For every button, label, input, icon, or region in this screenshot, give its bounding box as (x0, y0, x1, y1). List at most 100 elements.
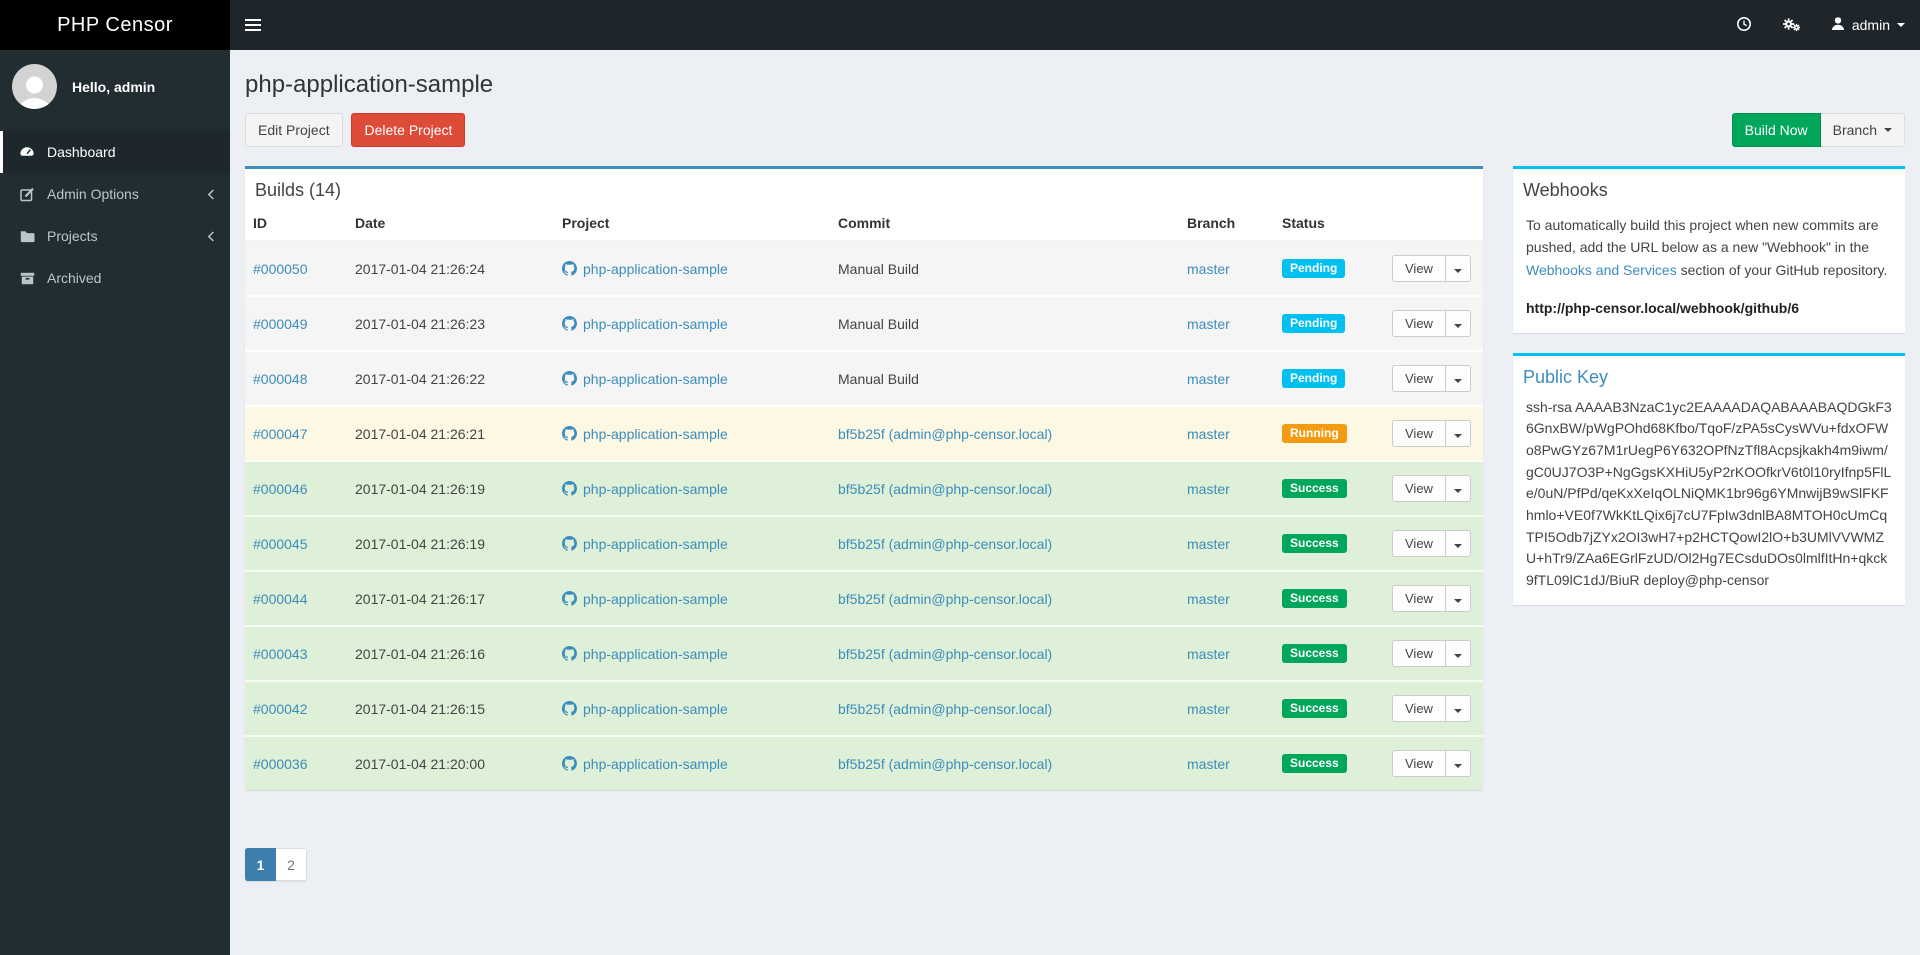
column-header-commit: Commit (830, 210, 1179, 242)
view-button[interactable]: View (1392, 255, 1446, 282)
view-dropdown-toggle[interactable] (1445, 420, 1471, 447)
project-name: php-application-sample (583, 315, 728, 332)
project-toolbar: Edit Project Delete Project Build Now Br… (245, 113, 1905, 147)
commit-link[interactable]: bf5b25f (admin@php-censor.local) (838, 426, 1052, 442)
commit-link[interactable]: bf5b25f (admin@php-censor.local) (838, 756, 1052, 772)
view-dropdown-toggle[interactable] (1445, 640, 1471, 667)
build-id-link[interactable]: #000048 (253, 371, 308, 387)
branch-link[interactable]: master (1187, 371, 1230, 387)
sidebar-item-label: Projects (47, 228, 98, 244)
commit-link[interactable]: bf5b25f (admin@php-censor.local) (838, 591, 1052, 607)
view-dropdown-toggle[interactable] (1445, 585, 1471, 612)
table-row: #000047 2017-01-04 21:26:21 php-applicatio… (245, 405, 1483, 461)
view-button[interactable]: View (1392, 585, 1446, 612)
build-id-link[interactable]: #000043 (253, 646, 308, 662)
user-icon (1831, 16, 1845, 34)
view-button[interactable]: View (1392, 750, 1446, 777)
status-badge: Running (1282, 424, 1347, 443)
build-id-link[interactable]: #000046 (253, 481, 308, 497)
branch-link[interactable]: master (1187, 646, 1230, 662)
status-badge: Pending (1282, 314, 1346, 333)
build-date: 2017-01-04 21:26:19 (347, 515, 554, 571)
branch-link[interactable]: master (1187, 426, 1230, 442)
build-id-link[interactable]: #000049 (253, 316, 308, 332)
build-id-link[interactable]: #000036 (253, 756, 308, 772)
view-dropdown-toggle[interactable] (1445, 695, 1471, 722)
build-date: 2017-01-04 21:26:23 (347, 295, 554, 351)
project-link[interactable]: php-application-sample (562, 260, 728, 277)
view-dropdown-toggle[interactable] (1445, 310, 1471, 337)
project-link[interactable]: php-application-sample (562, 590, 728, 607)
pagination-page-1[interactable]: 1 (245, 848, 276, 881)
view-dropdown-toggle[interactable] (1445, 475, 1471, 502)
sidebar: Hello, admin Dashboard Admin Options Pro… (0, 50, 230, 955)
caret-down-icon (1453, 764, 1462, 768)
webhooks-services-link[interactable]: Webhooks and Services (1526, 262, 1677, 278)
build-id-link[interactable]: #000047 (253, 426, 308, 442)
user-menu-button[interactable]: admin (1816, 0, 1920, 50)
settings-button[interactable] (1767, 0, 1816, 50)
view-button-group: View (1392, 310, 1471, 337)
view-button[interactable]: View (1392, 640, 1446, 667)
project-link[interactable]: php-application-sample (562, 480, 728, 497)
view-button[interactable]: View (1392, 475, 1446, 502)
table-row: #000048 2017-01-04 21:26:22 php-applicatio… (245, 350, 1483, 406)
branch-link[interactable]: master (1187, 536, 1230, 552)
project-link[interactable]: php-application-sample (562, 425, 728, 442)
status-badge: Success (1282, 479, 1347, 498)
view-button[interactable]: View (1392, 530, 1446, 557)
commit-link[interactable]: bf5b25f (admin@php-censor.local) (838, 536, 1052, 552)
webhooks-panel-title: Webhooks (1523, 180, 1608, 200)
build-id-link[interactable]: #000050 (253, 261, 308, 277)
main-header: PHP Censor admin (0, 0, 1920, 50)
edit-project-button[interactable]: Edit Project (245, 113, 343, 147)
webhooks-text: section of your GitHub repository. (1676, 261, 1888, 278)
table-row: #000043 2017-01-04 21:26:16 php-applicatio… (245, 625, 1483, 681)
view-button[interactable]: View (1392, 310, 1446, 337)
build-history-button[interactable] (1721, 0, 1767, 50)
table-row: #000046 2017-01-04 21:26:19 php-applicatio… (245, 460, 1483, 516)
view-dropdown-toggle[interactable] (1445, 255, 1471, 282)
caret-down-icon (1453, 544, 1462, 548)
sidebar-toggle-button[interactable] (230, 0, 276, 50)
pagination-page-2[interactable]: 2 (276, 848, 307, 881)
sidebar-item-label: Admin Options (47, 186, 139, 202)
project-link[interactable]: php-application-sample (562, 755, 728, 772)
sidebar-item-admin-options[interactable]: Admin Options (0, 173, 230, 215)
branch-link[interactable]: master (1187, 481, 1230, 497)
project-link[interactable]: php-application-sample (562, 370, 728, 387)
commit-link[interactable]: bf5b25f (admin@php-censor.local) (838, 646, 1052, 662)
build-id-link[interactable]: #000045 (253, 536, 308, 552)
caret-down-icon (1453, 434, 1462, 438)
build-id-link[interactable]: #000044 (253, 591, 308, 607)
project-link[interactable]: php-application-sample (562, 535, 728, 552)
branch-link[interactable]: master (1187, 261, 1230, 277)
commit-link[interactable]: bf5b25f (admin@php-censor.local) (838, 701, 1052, 717)
project-link[interactable]: php-application-sample (562, 645, 728, 662)
branch-link[interactable]: master (1187, 316, 1230, 332)
branch-link[interactable]: master (1187, 701, 1230, 717)
commit-text: Manual Build (838, 260, 919, 277)
view-dropdown-toggle[interactable] (1445, 750, 1471, 777)
branch-dropdown-button[interactable]: Branch (1820, 113, 1905, 147)
view-button[interactable]: View (1392, 365, 1446, 392)
commit-link[interactable]: bf5b25f (admin@php-censor.local) (838, 481, 1052, 497)
project-link[interactable]: php-application-sample (562, 315, 728, 332)
build-now-button[interactable]: Build Now (1731, 113, 1821, 147)
view-button[interactable]: View (1392, 420, 1446, 447)
delete-project-button[interactable]: Delete Project (351, 113, 466, 147)
public-key-panel: Public Key ssh-rsa AAAAB3NzaC1yc2EAAAADA… (1513, 352, 1905, 605)
sidebar-item-dashboard[interactable]: Dashboard (0, 131, 230, 173)
project-link[interactable]: php-application-sample (562, 700, 728, 717)
sidebar-item-projects[interactable]: Projects (0, 215, 230, 257)
view-dropdown-toggle[interactable] (1445, 365, 1471, 392)
app-logo[interactable]: PHP Censor (0, 0, 230, 50)
branch-link[interactable]: master (1187, 591, 1230, 607)
column-header-project: Project (554, 210, 830, 242)
column-header-id: ID (245, 210, 347, 242)
view-button[interactable]: View (1392, 695, 1446, 722)
view-dropdown-toggle[interactable] (1445, 530, 1471, 557)
build-id-link[interactable]: #000042 (253, 701, 308, 717)
branch-link[interactable]: master (1187, 756, 1230, 772)
sidebar-item-archived[interactable]: Archived (0, 257, 230, 299)
